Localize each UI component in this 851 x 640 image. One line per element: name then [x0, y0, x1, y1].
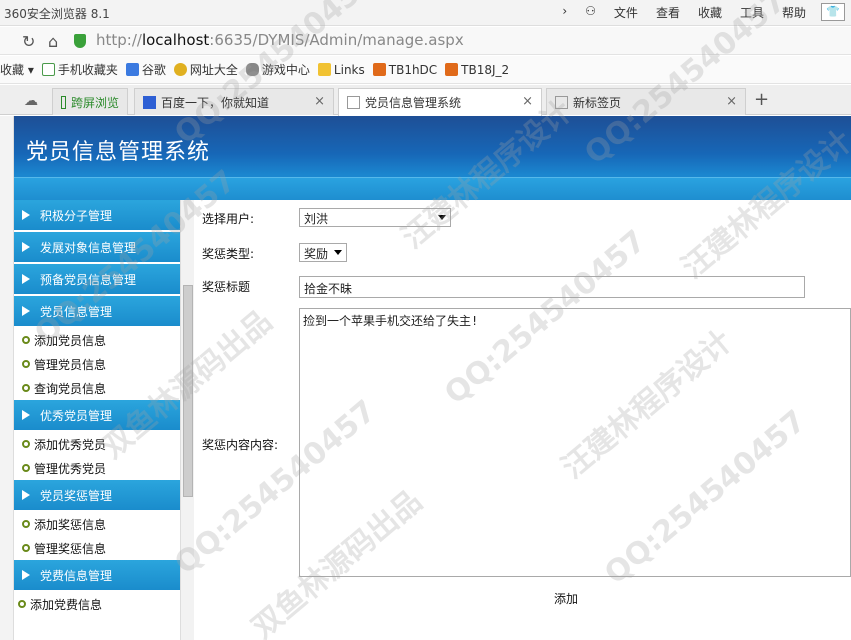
bookmark-hao123[interactable]: 网址大全	[173, 61, 238, 78]
address-bar: ↻ ⌂ http://localhost:6635/DYMIS/Admin/ma…	[0, 27, 851, 55]
bookmark-tb1hdc[interactable]: TB1hDC	[372, 63, 437, 77]
type-select[interactable]: 奖励	[299, 243, 347, 262]
menu-file[interactable]: 文件	[605, 4, 647, 21]
bullet-circle-icon	[22, 360, 30, 368]
url-path: :6635/DYMIS/Admin/manage.aspx	[209, 31, 464, 49]
triangle-right-icon	[22, 570, 30, 580]
page-left-strip	[0, 116, 14, 640]
tab-new[interactable]: 新标签页 ×	[546, 88, 746, 115]
sidebar-group-probationary[interactable]: 预备党员信息管理	[14, 264, 180, 296]
close-icon[interactable]: ×	[726, 94, 737, 109]
content-label: 奖惩内容内容:	[202, 438, 279, 452]
title-input[interactable]: 拾金不昧	[299, 276, 805, 298]
sidebar-item-manage-reward[interactable]: 管理奖惩信息	[14, 536, 180, 560]
globe-icon	[173, 63, 187, 76]
type-select-value: 奖励	[304, 247, 329, 261]
triangle-right-icon	[22, 490, 30, 500]
phone-icon	[41, 63, 55, 76]
tab-party-system[interactable]: 党员信息管理系统 ×	[338, 88, 542, 116]
sidebar-group-fees[interactable]: 党费信息管理	[14, 560, 180, 592]
menu-view[interactable]: 查看	[647, 4, 689, 21]
url-host: localhost	[141, 31, 210, 49]
user-select[interactable]: 刘洪	[299, 208, 451, 227]
menu-favorites[interactable]: 收藏	[689, 4, 731, 21]
bullet-circle-icon	[18, 600, 26, 608]
close-icon[interactable]: ×	[314, 94, 325, 109]
tab-baidu[interactable]: 百度一下，你就知道 ×	[134, 88, 334, 115]
gamepad-icon	[245, 63, 259, 76]
page-icon	[347, 96, 360, 109]
bookmark-mobile-favorites[interactable]: 手机收藏夹	[41, 61, 118, 78]
triangle-right-icon	[22, 306, 30, 316]
bullet-circle-icon	[22, 440, 30, 448]
phone-icon	[61, 95, 66, 109]
new-tab-button[interactable]: +	[754, 89, 769, 110]
menu-tools[interactable]: 工具	[731, 4, 773, 21]
triangle-right-icon	[22, 410, 30, 420]
triangle-right-icon	[22, 242, 30, 252]
user-icon[interactable]: ⚇	[576, 4, 605, 21]
dropdown-arrow-icon	[438, 215, 446, 220]
taobao-icon	[445, 63, 459, 76]
bookmark-games[interactable]: 游戏中心	[245, 61, 310, 78]
sidebar-item-manage-member[interactable]: 管理党员信息	[14, 352, 180, 376]
google-icon	[125, 63, 139, 76]
grid-icon	[555, 95, 568, 109]
taobao-icon	[372, 63, 386, 76]
sidebar-item-add-excellent[interactable]: 添加优秀党员	[14, 432, 180, 456]
sidebar-group-members[interactable]: 党员信息管理	[14, 296, 180, 328]
bookmark-tb18j[interactable]: TB18J_2	[445, 63, 509, 77]
browser-app-title: 360安全浏览器 8.1	[4, 7, 110, 21]
bookmark-links[interactable]: Links	[317, 63, 365, 77]
folder-icon	[317, 63, 331, 76]
reward-form: 选择用户: 刘洪 奖惩类型: 奖励 奖惩标题 拾金不昧 奖惩内容内容: 捡到一个…	[194, 200, 851, 640]
add-button[interactable]: 添加	[554, 590, 578, 607]
triangle-right-icon	[22, 210, 30, 220]
cloud-icon[interactable]: ☁	[24, 93, 38, 109]
title-label: 奖惩标题	[202, 280, 251, 294]
bookmarks-bar: 收藏 ▾ 手机收藏夹 谷歌 网址大全 游戏中心 Links TB1hDC TB1…	[0, 56, 851, 84]
url-field[interactable]: http://localhost:6635/DYMIS/Admin/manage…	[96, 31, 464, 49]
security-shield-icon	[74, 34, 86, 48]
browser-titlebar: 360安全浏览器 8.1 › ⚇ 文件 查看 收藏 工具 帮助 👕	[0, 0, 851, 26]
triangle-right-icon	[22, 274, 30, 284]
user-label: 选择用户:	[202, 212, 255, 226]
menu-help[interactable]: 帮助	[773, 4, 815, 21]
sidebar-scrollbar[interactable]	[180, 200, 194, 640]
site-banner: 党员信息管理系统	[14, 116, 851, 200]
url-scheme: http://	[96, 31, 142, 49]
bookmark-favorites[interactable]: 收藏 ▾	[0, 61, 34, 78]
home-icon[interactable]: ⌂	[48, 32, 58, 51]
scrollbar-thumb[interactable]	[183, 285, 193, 497]
browser-menu: › ⚇ 文件 查看 收藏 工具 帮助	[553, 4, 815, 21]
sidebar-item-query-member[interactable]: 查询党员信息	[14, 376, 180, 400]
sidebar-item-add-reward[interactable]: 添加奖惩信息	[14, 512, 180, 536]
bullet-circle-icon	[22, 384, 30, 392]
sidebar-group-development[interactable]: 发展对象信息管理	[14, 232, 180, 264]
tab-bar: ☁ 跨屏浏览 百度一下，你就知道 × 党员信息管理系统 × 新标签页 × +	[0, 85, 851, 116]
tab-cross-screen[interactable]: 跨屏浏览	[52, 88, 128, 115]
bullet-circle-icon	[22, 520, 30, 528]
bullet-circle-icon	[22, 336, 30, 344]
baidu-paw-icon	[143, 95, 156, 109]
sidebar-item-add-fee[interactable]: 添加党费信息	[14, 592, 180, 616]
dropdown-arrow-icon	[334, 250, 342, 255]
shirt-icon[interactable]: 👕	[821, 3, 845, 21]
sidebar-item-add-member[interactable]: 添加党员信息	[14, 328, 180, 352]
sidebar-group-excellent[interactable]: 优秀党员管理	[14, 400, 180, 432]
content-textarea[interactable]: 捡到一个苹果手机交还给了失主!	[299, 308, 851, 577]
bookmark-google[interactable]: 谷歌	[125, 61, 166, 78]
bullet-circle-icon	[22, 544, 30, 552]
sidebar-group-activists[interactable]: 积极分子管理	[14, 200, 180, 232]
refresh-icon[interactable]: ↻	[22, 32, 35, 51]
chevron-right-icon[interactable]: ›	[553, 4, 576, 21]
sidebar: 积极分子管理 发展对象信息管理 预备党员信息管理 党员信息管理 添加党员信息 管…	[14, 200, 180, 640]
sidebar-group-rewards[interactable]: 党员奖惩管理	[14, 480, 180, 512]
bullet-circle-icon	[22, 464, 30, 472]
user-select-value: 刘洪	[304, 212, 329, 226]
close-icon[interactable]: ×	[522, 94, 533, 109]
sidebar-item-manage-excellent[interactable]: 管理优秀党员	[14, 456, 180, 480]
type-label: 奖惩类型:	[202, 247, 255, 261]
site-title: 党员信息管理系统	[26, 140, 211, 165]
